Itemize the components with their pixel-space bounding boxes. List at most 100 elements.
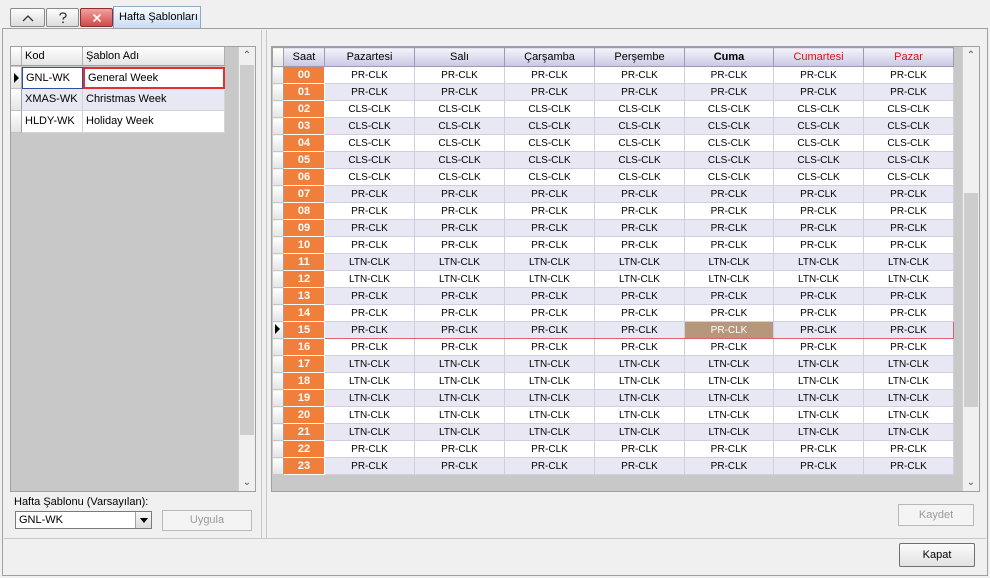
schedule-cell[interactable]: CLS-CLK xyxy=(324,151,415,169)
schedule-row[interactable]: 01 PR-CLK PR-CLK PR-CLK PR-CLK PR-CLK PR-CLK PR… xyxy=(272,83,954,101)
schedule-cell[interactable]: PR-CLK xyxy=(504,219,595,237)
schedule-cell[interactable]: PR-CLK xyxy=(863,338,954,356)
schedule-cell[interactable]: CLS-CLK xyxy=(504,117,595,135)
schedule-cell[interactable]: PR-CLK xyxy=(504,83,595,101)
help-button[interactable] xyxy=(46,8,79,27)
schedule-cell[interactable]: PR-CLK xyxy=(684,304,774,322)
schedule-cell[interactable]: CLS-CLK xyxy=(773,134,864,152)
schedule-cell[interactable]: PR-CLK xyxy=(414,287,505,305)
schedule-cell[interactable]: PR-CLK xyxy=(684,236,774,254)
scroll-down-icon[interactable]: ⌄ xyxy=(963,474,979,491)
schedule-cell[interactable]: PR-CLK xyxy=(863,440,954,458)
schedule-row[interactable]: 21 LTN-CLK LTN-CLK LTN-CLK LTN-CLK LTN-CLK LTN… xyxy=(272,423,954,441)
schedule-row[interactable]: 03 CLS-CLK CLS-CLK CLS-CLK CLS-CLK CLS-CLK CLS… xyxy=(272,117,954,135)
scroll-thumb[interactable] xyxy=(240,65,254,435)
column-header-day[interactable]: Perşembe xyxy=(594,47,685,67)
schedule-cell[interactable]: CLS-CLK xyxy=(773,151,864,169)
schedule-cell[interactable]: LTN-CLK xyxy=(324,270,415,288)
schedule-cell[interactable]: PR-CLK xyxy=(773,457,864,475)
schedule-cell[interactable]: LTN-CLK xyxy=(773,423,864,441)
template-code-cell[interactable]: HLDY-WK xyxy=(22,111,83,133)
schedule-cell[interactable]: PR-CLK xyxy=(504,321,595,339)
schedule-cell[interactable]: CLS-CLK xyxy=(684,100,774,118)
schedule-row[interactable]: 15 PR-CLK PR-CLK PR-CLK PR-CLK PR-CLK PR-CLK PR… xyxy=(272,321,954,339)
schedule-cell[interactable]: PR-CLK xyxy=(863,202,954,220)
column-header-day[interactable]: Çarşamba xyxy=(504,47,595,67)
schedule-cell[interactable]: CLS-CLK xyxy=(594,100,685,118)
schedule-cell[interactable]: PR-CLK xyxy=(594,287,685,305)
schedule-cell[interactable]: CLS-CLK xyxy=(594,117,685,135)
schedule-cell[interactable]: PR-CLK xyxy=(504,304,595,322)
schedule-cell[interactable]: PR-CLK xyxy=(863,304,954,322)
schedule-cell[interactable]: PR-CLK xyxy=(773,236,864,254)
schedule-cell[interactable]: PR-CLK xyxy=(863,287,954,305)
schedule-row[interactable]: 07 PR-CLK PR-CLK PR-CLK PR-CLK PR-CLK PR-CLK PR… xyxy=(272,185,954,203)
schedule-cell[interactable]: PR-CLK xyxy=(414,185,505,203)
schedule-cell[interactable]: LTN-CLK xyxy=(324,406,415,424)
schedule-cell[interactable]: PR-CLK xyxy=(324,287,415,305)
schedule-cell[interactable]: PR-CLK xyxy=(594,83,685,101)
schedule-cell[interactable]: PR-CLK xyxy=(594,304,685,322)
schedule-cell[interactable]: PR-CLK xyxy=(324,219,415,237)
schedule-cell[interactable]: CLS-CLK xyxy=(684,134,774,152)
schedule-cell[interactable]: LTN-CLK xyxy=(504,389,595,407)
schedule-cell[interactable]: PR-CLK xyxy=(414,219,505,237)
schedule-cell[interactable]: PR-CLK xyxy=(324,66,415,84)
template-name-cell[interactable]: Holiday Week xyxy=(83,111,225,133)
schedule-cell[interactable]: LTN-CLK xyxy=(773,355,864,373)
schedule-cell[interactable]: LTN-CLK xyxy=(684,423,774,441)
scroll-up-icon[interactable]: ⌃ xyxy=(239,47,255,64)
schedule-cell[interactable]: PR-CLK xyxy=(863,236,954,254)
schedule-cell[interactable]: CLS-CLK xyxy=(684,151,774,169)
schedule-row[interactable]: 22 PR-CLK PR-CLK PR-CLK PR-CLK PR-CLK PR-CLK PR… xyxy=(272,440,954,458)
column-header-day-weekend[interactable]: Cumartesi xyxy=(773,47,864,67)
schedule-cell[interactable]: PR-CLK xyxy=(504,287,595,305)
schedule-cell[interactable]: LTN-CLK xyxy=(594,372,685,390)
schedule-cell[interactable]: LTN-CLK xyxy=(414,253,505,271)
schedule-cell[interactable]: LTN-CLK xyxy=(594,423,685,441)
schedule-cell[interactable]: CLS-CLK xyxy=(863,151,954,169)
schedule-cell[interactable]: PR-CLK xyxy=(414,338,505,356)
schedule-cell[interactable]: LTN-CLK xyxy=(863,372,954,390)
schedule-row[interactable]: 05 CLS-CLK CLS-CLK CLS-CLK CLS-CLK CLS-CLK CLS… xyxy=(272,151,954,169)
schedule-cell[interactable]: PR-CLK xyxy=(594,236,685,254)
schedule-cell[interactable]: LTN-CLK xyxy=(684,406,774,424)
schedule-row[interactable]: 02 CLS-CLK CLS-CLK CLS-CLK CLS-CLK CLS-CLK CLS… xyxy=(272,100,954,118)
schedule-cell[interactable]: PR-CLK xyxy=(684,219,774,237)
schedule-cell[interactable]: LTN-CLK xyxy=(684,389,774,407)
column-header-day-current[interactable]: Cuma xyxy=(684,47,774,67)
schedule-cell[interactable]: CLS-CLK xyxy=(324,168,415,186)
schedule-cell[interactable]: PR-CLK xyxy=(414,321,505,339)
save-button[interactable]: Kaydet xyxy=(898,504,974,526)
schedule-cell[interactable]: PR-CLK xyxy=(863,219,954,237)
schedule-row[interactable]: 17 LTN-CLK LTN-CLK LTN-CLK LTN-CLK LTN-CLK LTN… xyxy=(272,355,954,373)
schedule-cell[interactable]: PR-CLK xyxy=(414,440,505,458)
schedule-cell[interactable]: CLS-CLK xyxy=(324,100,415,118)
schedule-row[interactable]: 19 LTN-CLK LTN-CLK LTN-CLK LTN-CLK LTN-CLK LTN… xyxy=(272,389,954,407)
template-code-cell[interactable]: XMAS-WK xyxy=(22,89,83,111)
schedule-row[interactable]: 13 PR-CLK PR-CLK PR-CLK PR-CLK PR-CLK PR-CLK PR… xyxy=(272,287,954,305)
schedule-row[interactable]: 14 PR-CLK PR-CLK PR-CLK PR-CLK PR-CLK PR-CLK PR… xyxy=(272,304,954,322)
scroll-up-icon[interactable]: ⌃ xyxy=(963,47,979,64)
schedule-cell[interactable]: LTN-CLK xyxy=(863,355,954,373)
schedule-cell[interactable]: LTN-CLK xyxy=(773,406,864,424)
schedule-cell[interactable]: PR-CLK xyxy=(863,185,954,203)
schedule-cell[interactable]: LTN-CLK xyxy=(773,389,864,407)
schedule-cell[interactable]: PR-CLK xyxy=(504,202,595,220)
schedule-cell[interactable]: LTN-CLK xyxy=(414,270,505,288)
schedule-cell[interactable]: LTN-CLK xyxy=(504,355,595,373)
schedule-cell[interactable]: LTN-CLK xyxy=(594,406,685,424)
schedule-row[interactable]: 10 PR-CLK PR-CLK PR-CLK PR-CLK PR-CLK PR-CLK PR… xyxy=(272,236,954,254)
schedule-cell[interactable]: PR-CLK xyxy=(594,66,685,84)
schedule-row[interactable]: 00 PR-CLK PR-CLK PR-CLK PR-CLK PR-CLK PR-CLK PR… xyxy=(272,66,954,84)
schedule-row[interactable]: 11 LTN-CLK LTN-CLK LTN-CLK LTN-CLK LTN-CLK LTN… xyxy=(272,253,954,271)
schedule-cell[interactable]: PR-CLK xyxy=(324,304,415,322)
schedule-cell[interactable]: LTN-CLK xyxy=(863,423,954,441)
collapse-button[interactable] xyxy=(10,8,45,27)
schedule-cell[interactable]: PR-CLK xyxy=(324,202,415,220)
template-name-cell[interactable]: Christmas Week xyxy=(83,89,225,111)
schedule-cell[interactable]: LTN-CLK xyxy=(504,270,595,288)
schedule-cell[interactable]: PR-CLK xyxy=(414,457,505,475)
schedule-cell[interactable]: PR-CLK xyxy=(324,236,415,254)
schedule-cell[interactable]: CLS-CLK xyxy=(414,117,505,135)
